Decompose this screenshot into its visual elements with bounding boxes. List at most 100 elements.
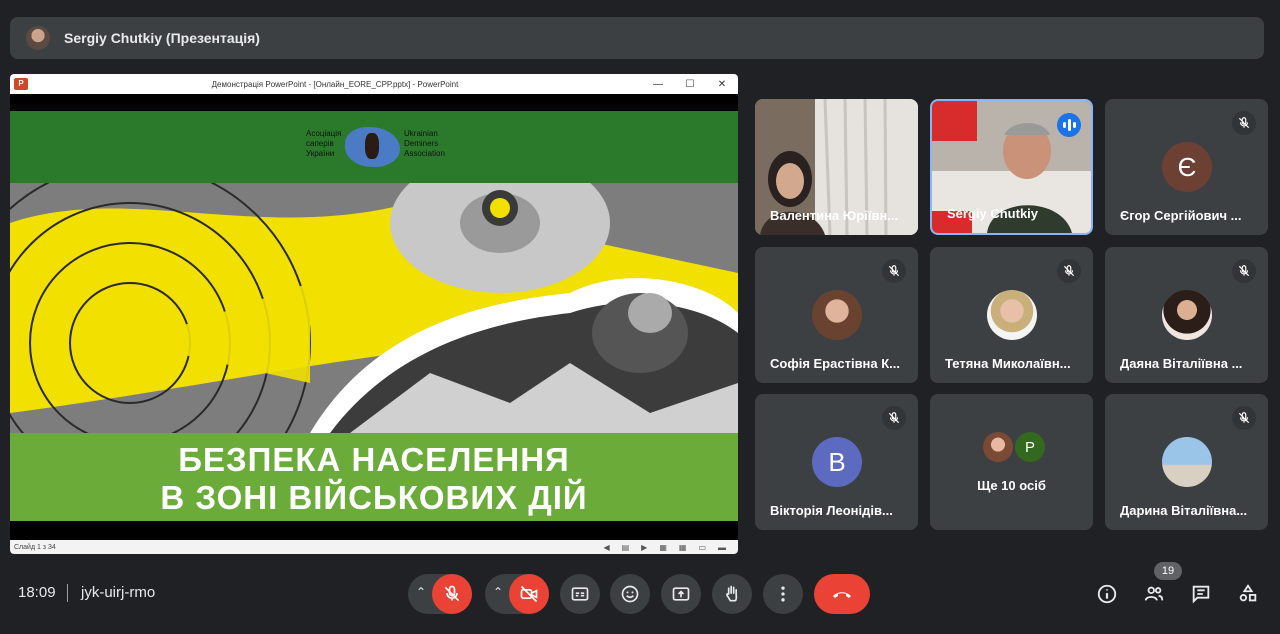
participant-tile[interactable]: Валентина Юріївн...: [755, 99, 918, 235]
participant-avatar: [1162, 437, 1212, 487]
sorter-view-icon[interactable]: ▦: [679, 543, 687, 552]
prev-slide-icon[interactable]: ◀: [603, 543, 609, 552]
camera-off-icon: [520, 585, 538, 603]
present-button[interactable]: [661, 574, 701, 614]
ppt-status-controls: ◀ ▤ ▶ ▦ ▦ ▭ ▬: [603, 543, 738, 552]
activities-icon: [1239, 584, 1257, 602]
participant-name: Тетяна Миколаївн...: [945, 356, 1071, 371]
normal-view-icon[interactable]: ▦: [659, 543, 667, 552]
slide-collage-image: [10, 183, 738, 433]
assoc-uk-line: саперів: [306, 139, 334, 148]
present-screen-icon: [672, 587, 690, 601]
meeting-code: jyk-uirj-rmo: [81, 584, 156, 601]
reactions-button[interactable]: [610, 574, 650, 614]
mic-off-icon: [444, 585, 460, 602]
headline-line-2: В ЗОНІ ВІЙСЬКОВИХ ДІЙ: [160, 479, 588, 516]
participant-tile[interactable]: В Вікторія Леонідів...: [755, 394, 918, 530]
more-options-button[interactable]: [763, 574, 803, 614]
slideshow-view-icon[interactable]: ▬: [718, 543, 726, 552]
participant-avatar: В: [812, 437, 862, 487]
reading-view-icon[interactable]: ▭: [698, 543, 706, 552]
chevron-up-icon[interactable]: ⌃: [493, 585, 503, 599]
participant-avatar: [983, 432, 1013, 462]
participant-name: Софія Ерастівна К...: [770, 356, 901, 371]
assoc-name-en: Ukrainian Deminers Association: [404, 129, 445, 159]
maximize-button[interactable]: ☐: [674, 79, 706, 90]
people-button[interactable]: [1142, 582, 1166, 606]
mic-off-icon: [1057, 259, 1081, 283]
assoc-uk-line: Асоціація: [306, 129, 342, 138]
headline-line-1: БЕЗПЕКА НАСЕЛЕННЯ: [178, 441, 570, 478]
captions-icon: [571, 587, 589, 601]
participant-name: Валентина Юріївн...: [770, 208, 899, 223]
participant-tile[interactable]: Даяна Віталіївна ...: [1105, 247, 1268, 383]
slide-counter: Слайд 1 з 34: [14, 543, 56, 551]
participant-tile-active-speaker[interactable]: Sergiy Chutkiy: [930, 99, 1093, 235]
assoc-en-line: Association: [404, 149, 445, 158]
participant-name: Даяна Віталіївна ...: [1120, 356, 1243, 371]
participant-tile[interactable]: Тетяна Миколаївн...: [930, 247, 1093, 383]
leave-call-button[interactable]: [814, 574, 870, 614]
meeting-info-button[interactable]: [1095, 582, 1119, 606]
speaking-indicator-icon: [1057, 113, 1081, 137]
camera-control[interactable]: ⌃: [485, 574, 549, 614]
slide-headline: БЕЗПЕКА НАСЕЛЕННЯ В ЗОНІ ВІЙСЬКОВИХ ДІЙ: [10, 441, 738, 517]
ppt-window-title: Демонстрація PowerPoint - [Онлайн_EORE_С…: [211, 79, 459, 89]
participant-name: Sergiy Chutkiy: [947, 206, 1039, 221]
hang-up-icon: [833, 592, 851, 598]
more-participants-avatars: P: [983, 432, 1045, 462]
assoc-en-line: Ukrainian: [404, 129, 438, 138]
info-icon: [1097, 584, 1117, 604]
divider: [67, 584, 68, 602]
participant-name: Дарина Віталіївна...: [1120, 503, 1248, 518]
participant-avatar: [1162, 290, 1212, 340]
more-participants-tile[interactable]: P Ще 10 осіб: [930, 394, 1093, 530]
mic-off-icon: [1232, 259, 1256, 283]
powerpoint-icon: P: [14, 78, 28, 90]
presenter-avatar: [26, 26, 50, 50]
mic-off-icon: [1232, 111, 1256, 135]
camera-toggle-button[interactable]: [509, 574, 549, 614]
ppt-status-bar: Слайд 1 з 34 ◀ ▤ ▶ ▦ ▦ ▭ ▬: [10, 540, 738, 554]
deminer-logo-icon: [365, 133, 379, 159]
presenter-title: Sergiy Chutkiy (Презентація): [64, 30, 260, 46]
next-slide-icon[interactable]: ▶: [641, 543, 647, 552]
slide-header-band: Асоціація саперів України Ukrainian Demi…: [10, 111, 738, 183]
chevron-up-icon[interactable]: ⌃: [416, 585, 426, 599]
chat-icon: [1192, 585, 1210, 604]
close-button[interactable]: ✕: [706, 79, 738, 90]
participant-name: Вікторія Леонідів...: [770, 503, 893, 518]
assoc-en-line: Deminers: [404, 139, 439, 148]
notes-icon[interactable]: ▤: [622, 543, 630, 552]
participant-tile[interactable]: Є Єгор Сергійович ...: [1105, 99, 1268, 235]
hand-icon: [726, 585, 738, 602]
participant-name: Єгор Сергійович ...: [1120, 208, 1242, 223]
mic-off-icon: [882, 259, 906, 283]
participant-avatar: [987, 290, 1037, 340]
more-participants-label: Ще 10 осіб: [977, 478, 1046, 493]
participant-avatar: P: [1015, 432, 1045, 462]
activities-button[interactable]: [1236, 582, 1260, 606]
participant-count-badge: 19: [1154, 562, 1182, 580]
people-icon: [1144, 586, 1164, 601]
assoc-uk-line: України: [306, 149, 335, 158]
participant-avatar: Є: [1162, 142, 1212, 192]
ppt-titlebar: P Демонстрація PowerPoint - [Онлайн_EORE…: [10, 74, 738, 94]
meeting-time: 18:09: [18, 584, 56, 601]
assoc-name-uk: Асоціація саперів України: [306, 129, 341, 159]
captions-button[interactable]: [560, 574, 600, 614]
emoji-icon: [621, 585, 639, 603]
mic-off-icon: [882, 406, 906, 430]
chat-button[interactable]: [1189, 582, 1213, 606]
mic-control[interactable]: ⌃: [408, 574, 472, 614]
more-vert-icon: [781, 586, 785, 602]
raise-hand-button[interactable]: [712, 574, 752, 614]
mic-toggle-button[interactable]: [432, 574, 472, 614]
participant-tile[interactable]: Дарина Віталіївна...: [1105, 394, 1268, 530]
slide: Асоціація саперів України Ukrainian Demi…: [10, 111, 738, 521]
participant-tile[interactable]: Софія Ерастівна К...: [755, 247, 918, 383]
presentation-window: P Демонстрація PowerPoint - [Онлайн_EORE…: [10, 74, 738, 554]
participant-avatar: [812, 290, 862, 340]
mic-off-icon: [1232, 406, 1256, 430]
minimize-button[interactable]: —: [642, 79, 674, 90]
